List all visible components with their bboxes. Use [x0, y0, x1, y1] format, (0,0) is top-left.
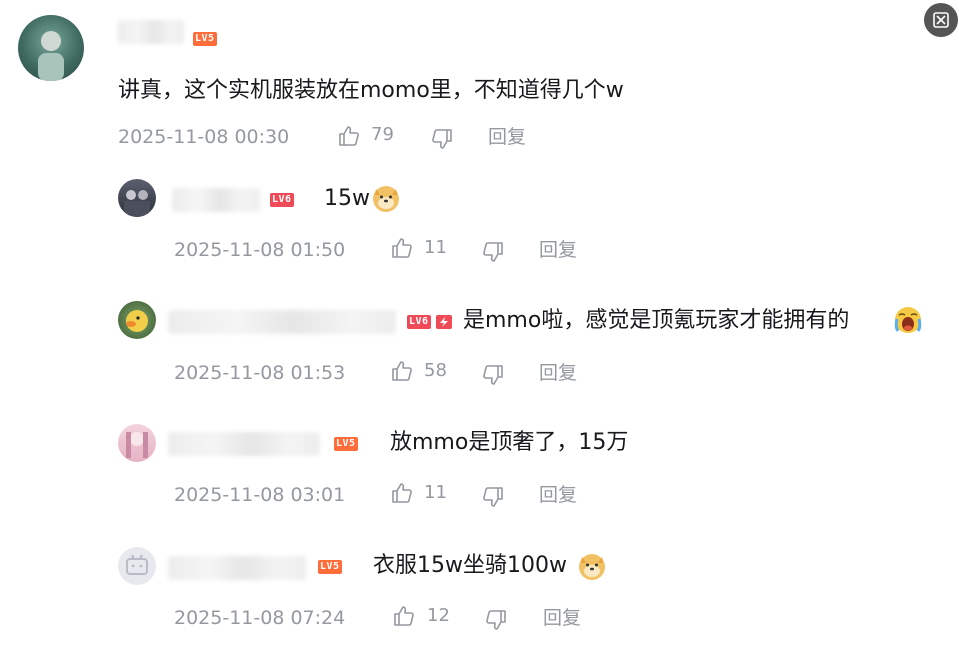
username-blurred[interactable]	[168, 556, 306, 580]
close-overlay-icon	[933, 12, 949, 28]
thumbs-down-icon	[483, 487, 503, 507]
avatar[interactable]	[118, 179, 156, 217]
doge-emoji	[577, 551, 607, 581]
level-badge: LV6	[270, 193, 294, 207]
comment-time: 2025-11-08 07:24	[174, 607, 346, 629]
like-button[interactable]	[337, 124, 361, 148]
thumbs-up-icon	[392, 361, 412, 381]
thumbs-down-icon	[486, 610, 506, 630]
username-blurred[interactable]	[168, 432, 320, 456]
username-blurred[interactable]	[168, 310, 396, 334]
comment-time: 2025-11-08 01:53	[174, 362, 346, 384]
level-badge: LV6	[407, 315, 431, 329]
reply-button[interactable]: 回复	[539, 483, 577, 507]
level-badge: LV5	[193, 32, 217, 46]
level-badge: LV5	[318, 560, 342, 574]
avatar[interactable]	[118, 301, 156, 339]
thumbs-down-icon	[483, 365, 503, 385]
like-button[interactable]	[392, 604, 416, 628]
username-blurred[interactable]	[118, 20, 184, 44]
like-count: 79	[371, 124, 394, 145]
thumbs-up-icon	[394, 606, 414, 626]
like-button[interactable]	[390, 359, 414, 383]
like-count: 12	[427, 605, 450, 626]
dislike-button[interactable]	[481, 240, 505, 264]
reply-button[interactable]: 回复	[488, 125, 526, 149]
doge-emoji	[371, 183, 401, 213]
dislike-button[interactable]	[430, 127, 454, 151]
avatar[interactable]	[118, 547, 156, 585]
thumbs-up-icon	[392, 238, 412, 258]
comment-time: 2025-11-08 03:01	[174, 484, 346, 506]
comment-text: 15w	[324, 186, 370, 211]
level-badge: LV5	[334, 437, 358, 451]
comment-text: 讲真，这个实机服装放在momo里，不知道得几个w	[118, 78, 624, 103]
thumbs-down-icon	[483, 242, 503, 262]
lightning-icon	[436, 315, 452, 329]
comment-time: 2025-11-08 00:30	[118, 126, 290, 148]
comment-text: 放mmo是顶奢了，15万	[390, 430, 629, 455]
crying-emoji	[893, 305, 923, 335]
dislike-button[interactable]	[481, 485, 505, 509]
close-overlay-button[interactable]	[924, 3, 958, 37]
avatar[interactable]	[118, 424, 156, 462]
comment-text: 是mmo啦，感觉是顶氪玩家才能拥有的	[463, 308, 850, 333]
like-count: 58	[424, 360, 447, 381]
comment-time: 2025-11-08 01:50	[174, 239, 346, 261]
thumbs-up-icon	[339, 126, 359, 146]
avatar[interactable]	[18, 15, 84, 81]
reply-button[interactable]: 回复	[543, 606, 581, 630]
reply-button[interactable]: 回复	[539, 238, 577, 262]
like-button[interactable]	[390, 481, 414, 505]
username-blurred[interactable]	[172, 188, 260, 212]
thumbs-down-icon	[432, 129, 452, 149]
like-button[interactable]	[390, 236, 414, 260]
like-count: 11	[424, 237, 447, 258]
thumbs-up-icon	[392, 483, 412, 503]
dislike-button[interactable]	[481, 363, 505, 387]
like-count: 11	[424, 482, 447, 503]
dislike-button[interactable]	[484, 608, 508, 632]
comment-text: 衣服15w坐骑100w	[373, 553, 567, 578]
reply-button[interactable]: 回复	[539, 361, 577, 385]
